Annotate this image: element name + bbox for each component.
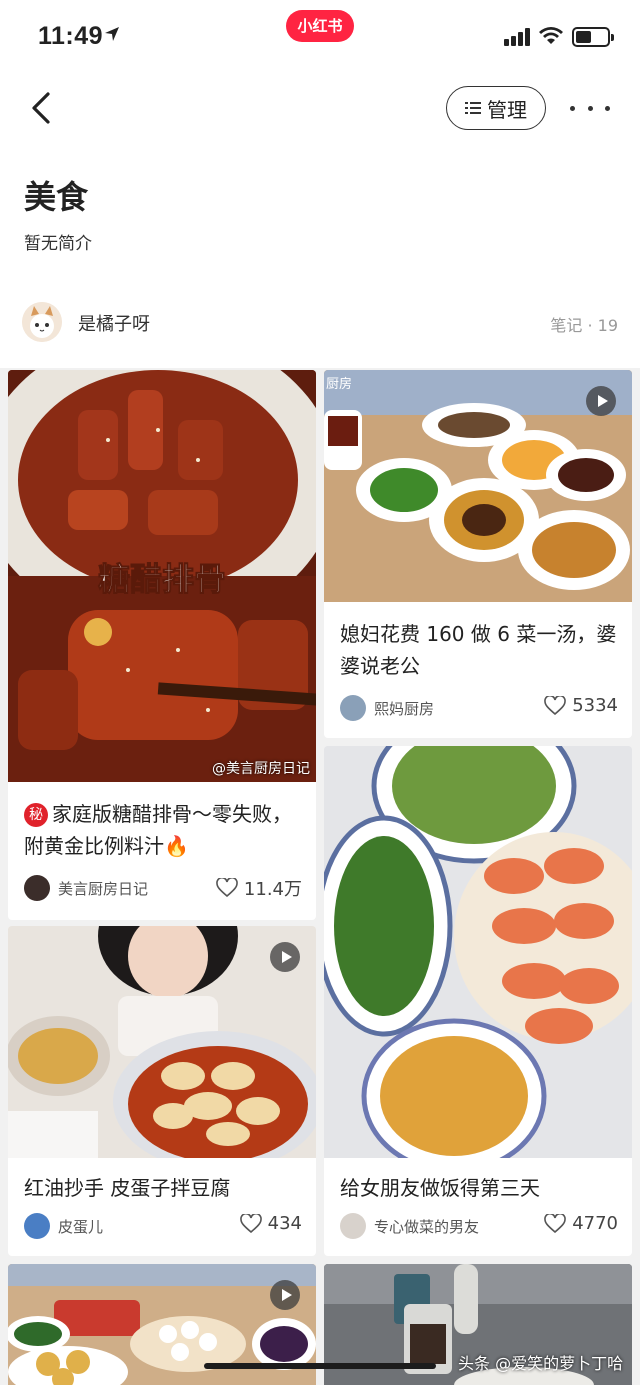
cellular-signal-icon — [504, 28, 530, 46]
status-time: 11:49 — [38, 22, 104, 50]
fire-emoji: 🔥 — [164, 834, 189, 858]
more-options-icon[interactable] — [570, 98, 610, 118]
like-button[interactable]: 11.4万 — [216, 875, 302, 901]
manage-button[interactable]: 管理 — [446, 86, 546, 130]
like-count: 434 — [267, 1213, 302, 1234]
notes-count: 笔记 · 19 — [550, 316, 618, 335]
wifi-icon — [539, 27, 563, 44]
author-name: 美言厨房日记 — [58, 880, 149, 898]
author-name: 皮蛋儿 — [58, 1218, 104, 1236]
like-button[interactable]: 5334 — [544, 695, 618, 716]
author-avatar[interactable] — [24, 1213, 50, 1239]
board-title: 美食 — [24, 178, 89, 216]
status-bar: 11:49 小红书 — [0, 0, 640, 72]
author-avatar[interactable] — [24, 875, 50, 901]
image-watermark: @美言厨房日记 — [212, 761, 310, 777]
note-image: 厨房 — [324, 370, 632, 602]
manage-label: 管理 — [487, 97, 527, 122]
note-card[interactable]: 红油抄手 皮蛋子拌豆腐 皮蛋儿 434 — [8, 926, 316, 1256]
location-arrow-icon — [105, 27, 119, 41]
author-name: 专心做菜的男友 — [374, 1218, 480, 1236]
author-avatar[interactable] — [340, 695, 366, 721]
battery-icon — [572, 27, 614, 47]
author-avatar[interactable] — [340, 1213, 366, 1239]
like-count: 5334 — [572, 695, 618, 716]
list-manage-icon — [465, 102, 481, 114]
like-count: 4770 — [572, 1213, 618, 1234]
like-button[interactable]: 434 — [239, 1213, 302, 1234]
author-avatar[interactable] — [22, 302, 62, 342]
author-name: 是橘子呀 — [78, 314, 150, 335]
heart-icon — [216, 878, 238, 898]
note-image — [8, 926, 316, 1158]
note-title: 秘家庭版糖醋排骨～零失败，附黄金比例料汁🔥 — [24, 802, 292, 858]
note-meta: 美言厨房日记 11.4万 — [24, 875, 302, 903]
note-card[interactable]: 厨房 媳妇花费 160 做 6 菜一汤，婆婆说老公 熙妈厨房 5334 — [324, 370, 632, 738]
back-chevron-icon[interactable] — [28, 90, 58, 126]
toutiao-watermark: 头条 @爱笑的萝卜丁哈 — [458, 1354, 624, 1373]
secret-badge: 秘 — [24, 803, 48, 827]
note-title: 红油抄手 皮蛋子拌豆腐 — [24, 1176, 231, 1200]
video-play-icon — [270, 942, 300, 972]
note-card[interactable]: 给女朋友做饭得第三天 专心做菜的男友 4770 — [324, 746, 632, 1256]
note-image — [324, 746, 632, 1158]
author-name: 熙妈厨房 — [374, 700, 435, 718]
heart-icon — [239, 1213, 262, 1233]
note-meta: 专心做菜的男友 4770 — [340, 1213, 618, 1241]
image-caption-text: 糖醋排骨 — [98, 560, 226, 598]
board-header: 11:49 小红书 管理 美食 暂无简介 是橘子呀 笔记 · 19 — [0, 0, 640, 368]
author-row[interactable]: 是橘子呀 笔记 · 19 — [22, 302, 618, 342]
like-count: 11.4万 — [243, 879, 302, 900]
board-intro: 暂无简介 — [24, 234, 92, 254]
image-tag: 厨房 — [326, 376, 352, 392]
like-button[interactable]: 4770 — [544, 1213, 618, 1234]
note-card[interactable]: 糖醋排骨 @美言厨房日记 秘家庭版糖醋排骨～零失败，附黄金比例料汁🔥 美言厨房日… — [8, 370, 316, 920]
video-play-icon — [270, 1280, 300, 1310]
heart-icon — [544, 1213, 566, 1233]
home-indicator[interactable] — [204, 1363, 436, 1369]
video-play-icon — [586, 386, 616, 416]
xiaohongshu-logo: 小红书 — [286, 10, 354, 42]
note-meta: 熙妈厨房 5334 — [340, 695, 618, 723]
note-title: 给女朋友做饭得第三天 — [340, 1176, 540, 1200]
note-image: 糖醋排骨 @美言厨房日记 — [8, 370, 316, 782]
heart-icon — [544, 695, 566, 715]
note-meta: 皮蛋儿 434 — [24, 1213, 302, 1241]
note-title: 媳妇花费 160 做 6 菜一汤，婆婆说老公 — [340, 622, 617, 678]
